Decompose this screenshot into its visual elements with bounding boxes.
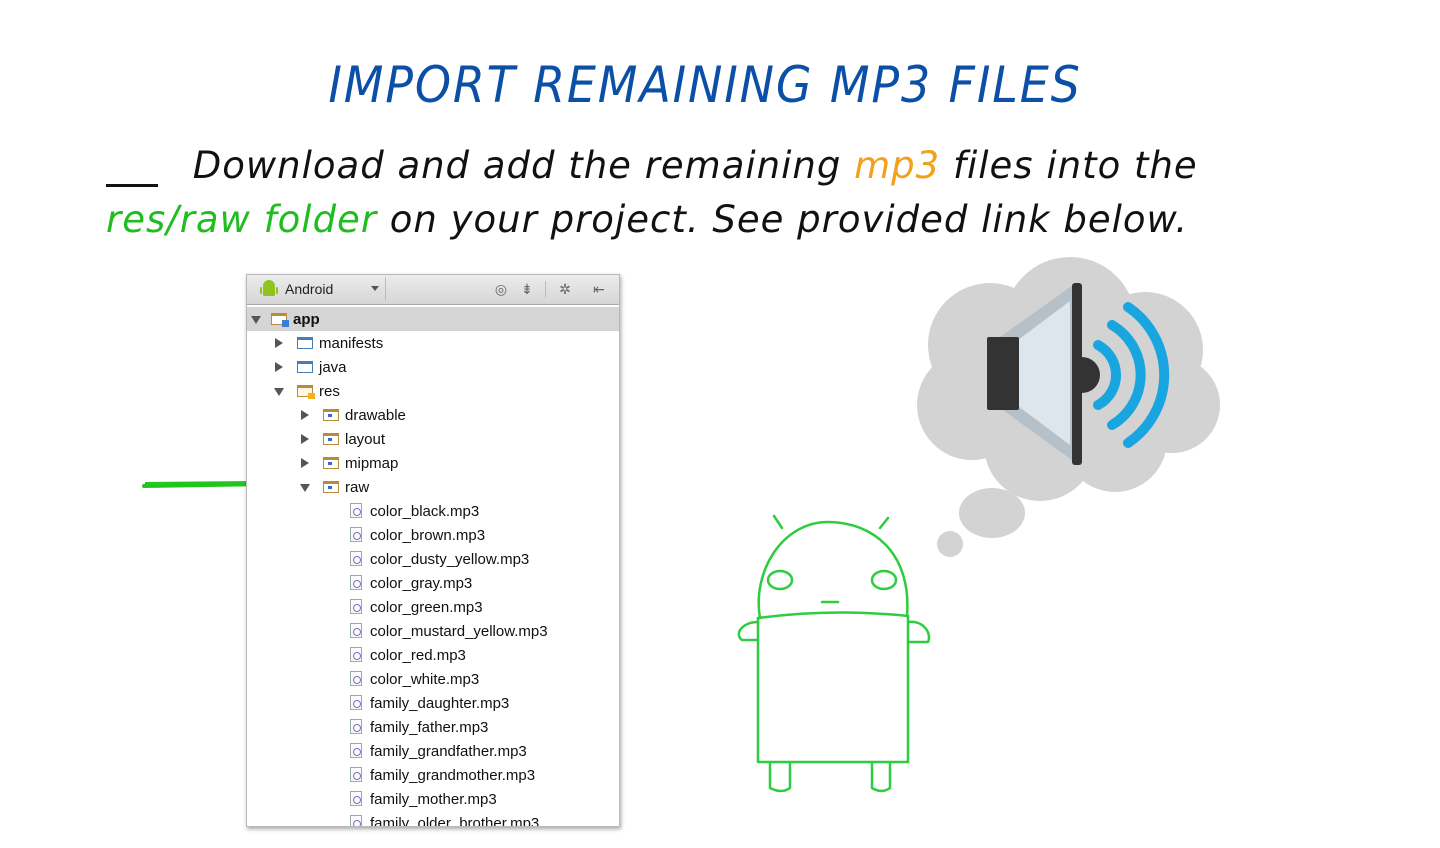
file-item[interactable]: color_mustard_yellow.mp3 bbox=[247, 619, 619, 643]
file-item[interactable]: family_daughter.mp3 bbox=[247, 691, 619, 715]
hide-panel-icon[interactable]: ⇤ bbox=[591, 281, 607, 297]
file-name: color_gray.mp3 bbox=[370, 574, 473, 592]
expand-arrow-icon[interactable] bbox=[275, 338, 283, 348]
tree-node-label: mipmap bbox=[345, 454, 399, 472]
file-name: color_dusty_yellow.mp3 bbox=[370, 550, 530, 568]
file-name: color_white.mp3 bbox=[370, 670, 480, 688]
file-item[interactable]: family_grandfather.mp3 bbox=[247, 739, 619, 763]
res-folder-icon bbox=[323, 409, 339, 421]
instruction-text-2: files into the bbox=[940, 144, 1198, 187]
expand-arrow-icon[interactable] bbox=[251, 316, 261, 324]
file-name: family_father.mp3 bbox=[370, 718, 489, 736]
scroll-from-source-icon[interactable]: ◎ bbox=[493, 281, 509, 297]
tree-node-app[interactable]: app bbox=[247, 307, 619, 331]
expand-arrow-icon[interactable] bbox=[274, 388, 284, 396]
res-folder-icon bbox=[323, 433, 339, 445]
file-name: color_green.mp3 bbox=[370, 598, 483, 616]
file-item[interactable]: color_gray.mp3 bbox=[247, 571, 619, 595]
file-name: family_grandfather.mp3 bbox=[370, 742, 527, 760]
audio-file-icon bbox=[350, 623, 362, 638]
res-folder-icon bbox=[323, 481, 339, 493]
audio-file-icon bbox=[350, 599, 362, 614]
instruction-text-3: on your project. See provided link below… bbox=[377, 198, 1189, 241]
audio-file-icon bbox=[350, 791, 362, 806]
android-robot-illustration bbox=[737, 514, 931, 793]
tree-node-res[interactable]: res bbox=[247, 379, 619, 403]
tree-node-drawable[interactable]: drawable bbox=[247, 403, 619, 427]
audio-file-icon bbox=[350, 527, 362, 542]
view-selector-dropdown[interactable]: Android bbox=[251, 277, 386, 301]
tree-node-mipmap[interactable]: mipmap bbox=[247, 451, 619, 475]
file-item[interactable]: family_older_brother.mp3 bbox=[247, 811, 619, 827]
audio-file-icon bbox=[350, 767, 362, 782]
file-name: family_older_brother.mp3 bbox=[370, 814, 540, 827]
file-name: color_black.mp3 bbox=[370, 502, 480, 520]
tree-node-label: raw bbox=[345, 478, 370, 496]
res-folder-icon bbox=[297, 385, 315, 399]
file-item[interactable]: color_red.mp3 bbox=[247, 643, 619, 667]
tree-node-label: java bbox=[319, 358, 347, 376]
audio-file-icon bbox=[350, 743, 362, 758]
tree-node-label: res bbox=[319, 382, 340, 400]
audio-file-icon bbox=[350, 719, 362, 734]
folder-icon bbox=[297, 361, 313, 373]
tree-node-label: layout bbox=[345, 430, 386, 448]
audio-file-icon bbox=[350, 695, 362, 710]
audio-file-icon bbox=[350, 551, 362, 566]
collapse-all-icon[interactable]: ⇟ bbox=[519, 281, 535, 297]
tree-node-raw[interactable]: raw bbox=[247, 475, 619, 499]
file-name: family_mother.mp3 bbox=[370, 790, 497, 808]
thought-cloud-illustration bbox=[917, 257, 1220, 557]
file-item[interactable]: color_dusty_yellow.mp3 bbox=[247, 547, 619, 571]
audio-file-icon bbox=[350, 671, 362, 686]
instruction-line-1: Download and add the remaining mp3 files… bbox=[106, 144, 1198, 187]
file-name: color_red.mp3 bbox=[370, 646, 466, 664]
audio-file-icon bbox=[350, 815, 362, 826]
slide-title: IMPORT REMAINING MP3 FILES bbox=[328, 56, 1082, 114]
audio-file-icon bbox=[350, 647, 362, 662]
expand-arrow-icon[interactable] bbox=[301, 434, 309, 444]
audio-file-icon bbox=[350, 503, 362, 518]
file-name: family_grandmother.mp3 bbox=[370, 766, 536, 784]
file-item[interactable]: family_mother.mp3 bbox=[247, 787, 619, 811]
file-item[interactable]: family_father.mp3 bbox=[247, 715, 619, 739]
tree-node-java[interactable]: java bbox=[247, 355, 619, 379]
expand-arrow-icon[interactable] bbox=[301, 458, 309, 468]
folder-icon bbox=[297, 337, 313, 349]
tree-node-label: app bbox=[293, 310, 320, 328]
tree-node-label: manifests bbox=[319, 334, 384, 352]
tree-node-layout[interactable]: layout bbox=[247, 427, 619, 451]
checkbox-blank bbox=[106, 146, 158, 187]
mp3-highlight: mp3 bbox=[854, 144, 941, 187]
audio-file-icon bbox=[350, 575, 362, 590]
res-folder-icon bbox=[323, 457, 339, 469]
instruction-text-1: Download and add the remaining bbox=[180, 144, 855, 187]
file-item[interactable]: color_white.mp3 bbox=[247, 667, 619, 691]
file-item[interactable]: color_brown.mp3 bbox=[247, 523, 619, 547]
expand-arrow-icon[interactable] bbox=[300, 484, 310, 492]
android-icon bbox=[260, 280, 278, 296]
file-name: family_daughter.mp3 bbox=[370, 694, 510, 712]
project-panel: Android ◎ ⇟ ✲ ⇤ app manifests java res d… bbox=[246, 274, 620, 827]
tree-node-label: drawable bbox=[345, 406, 406, 424]
tree-node-manifests[interactable]: manifests bbox=[247, 331, 619, 355]
expand-arrow-icon[interactable] bbox=[301, 410, 309, 420]
panel-toolbar: Android ◎ ⇟ ✲ ⇤ bbox=[247, 275, 619, 305]
file-item[interactable]: family_grandmother.mp3 bbox=[247, 763, 619, 787]
file-item[interactable]: color_black.mp3 bbox=[247, 499, 619, 523]
file-name: color_mustard_yellow.mp3 bbox=[370, 622, 548, 640]
instruction-line-2: res/raw folder on your project. See prov… bbox=[106, 198, 1188, 241]
gear-icon[interactable]: ✲ bbox=[557, 281, 573, 297]
view-selector-label: Android bbox=[285, 281, 334, 297]
app-folder-icon bbox=[271, 313, 289, 327]
file-item[interactable]: color_green.mp3 bbox=[247, 595, 619, 619]
expand-arrow-icon[interactable] bbox=[275, 362, 283, 372]
chevron-down-icon bbox=[371, 286, 379, 291]
folder-highlight: res/raw folder bbox=[106, 198, 378, 241]
file-name: color_brown.mp3 bbox=[370, 526, 486, 544]
